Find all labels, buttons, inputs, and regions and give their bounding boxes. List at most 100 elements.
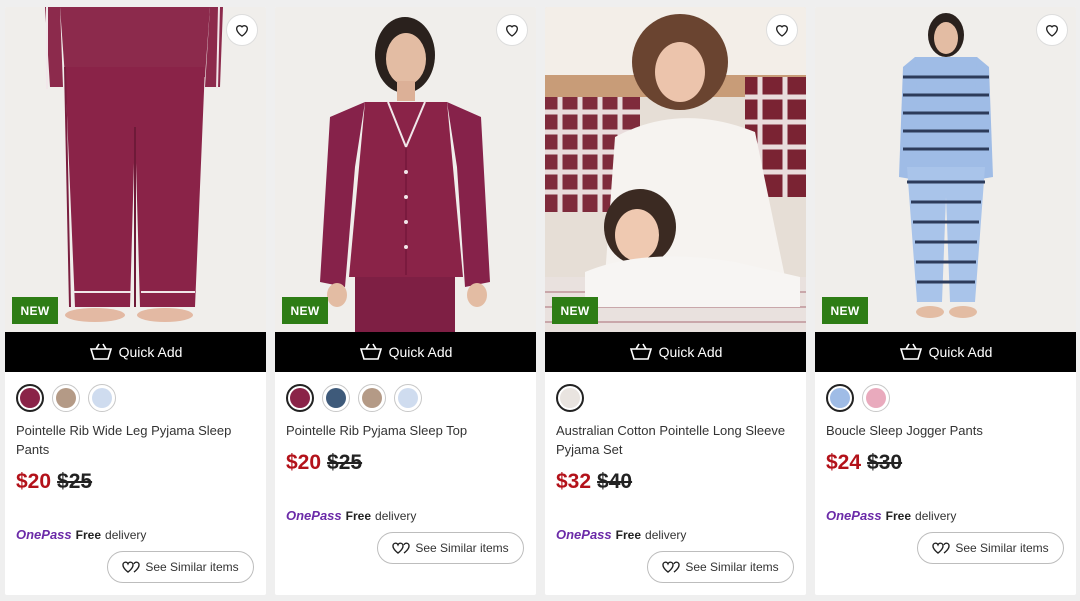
similar-hearts-icon — [932, 542, 951, 554]
swatch-color — [560, 388, 580, 408]
swatch-color — [20, 388, 40, 408]
product-title[interactable]: Australian Cotton Pointelle Long Sleeve … — [556, 421, 796, 459]
swatch-color — [866, 388, 886, 408]
swatch-color — [398, 388, 418, 408]
quick-add-button[interactable]: Quick Add — [275, 332, 536, 372]
quick-add-label: Quick Add — [658, 344, 723, 360]
price: $20 $25 — [16, 469, 92, 495]
quick-add-button[interactable]: Quick Add — [5, 332, 266, 372]
quick-add-button[interactable]: Quick Add — [545, 332, 806, 372]
was-price: $30 — [867, 451, 903, 474]
delivery-info: OnePass Free delivery — [286, 508, 416, 523]
sale-price: $24 — [826, 451, 862, 474]
color-swatch[interactable] — [286, 384, 314, 412]
swatch-color — [326, 388, 346, 408]
color-swatches — [286, 384, 422, 412]
onepass-logo: OnePass — [826, 508, 882, 523]
color-swatch[interactable] — [394, 384, 422, 412]
delivery-info: OnePass Free delivery — [556, 527, 686, 542]
color-swatch[interactable] — [862, 384, 890, 412]
product-card[interactable]: NEW Quick Add Pointelle Rib Wide Leg Pyj… — [5, 7, 266, 595]
heart-icon — [235, 25, 249, 37]
see-similar-label: See Similar items — [145, 560, 239, 574]
heart-icon — [775, 25, 789, 37]
delivery-info: OnePass Free delivery — [826, 508, 956, 523]
basket-icon — [899, 343, 922, 360]
swatch-color — [830, 388, 850, 408]
wishlist-button[interactable] — [496, 14, 528, 46]
see-similar-button[interactable]: See Similar items — [377, 532, 524, 564]
product-title[interactable]: Pointelle Rib Wide Leg Pyjama Sleep Pant… — [16, 421, 256, 459]
product-card[interactable]: NEW Quick Add Boucle Sleep Jogger Pants … — [815, 7, 1076, 595]
heart-icon — [505, 25, 519, 37]
swatch-color — [290, 388, 310, 408]
was-price: $25 — [57, 470, 93, 493]
product-title[interactable]: Pointelle Rib Pyjama Sleep Top — [286, 421, 526, 440]
sale-price: $20 — [286, 451, 322, 474]
free-label: Free — [885, 508, 912, 523]
basket-icon — [359, 343, 382, 360]
heart-icon — [1045, 25, 1059, 37]
see-similar-button[interactable]: See Similar items — [647, 551, 794, 583]
similar-hearts-icon — [392, 542, 411, 554]
free-label: Free — [345, 508, 372, 523]
delivery-info: OnePass Free delivery — [16, 527, 146, 542]
basket-icon — [629, 343, 652, 360]
basket-icon — [89, 343, 112, 360]
price: $20 $25 — [286, 450, 362, 476]
wishlist-button[interactable] — [1036, 14, 1068, 46]
product-image[interactable]: NEW — [815, 7, 1076, 332]
see-similar-label: See Similar items — [955, 541, 1049, 555]
see-similar-button[interactable]: See Similar items — [107, 551, 254, 583]
product-image[interactable]: NEW — [275, 7, 536, 332]
free-label: Free — [75, 527, 102, 542]
onepass-logo: OnePass — [556, 527, 612, 542]
see-similar-label: See Similar items — [415, 541, 509, 555]
color-swatch[interactable] — [16, 384, 44, 412]
color-swatch[interactable] — [556, 384, 584, 412]
new-badge: NEW — [822, 297, 868, 324]
similar-hearts-icon — [662, 561, 681, 573]
quick-add-label: Quick Add — [928, 344, 993, 360]
new-badge: NEW — [282, 297, 328, 324]
price: $32 $40 — [556, 469, 632, 495]
was-price: $25 — [327, 451, 363, 474]
quick-add-label: Quick Add — [388, 344, 453, 360]
new-badge: NEW — [552, 297, 598, 324]
delivery-label: delivery — [645, 527, 687, 542]
quick-add-button[interactable]: Quick Add — [815, 332, 1076, 372]
new-badge: NEW — [12, 297, 58, 324]
price: $24 $30 — [826, 450, 902, 476]
delivery-label: delivery — [105, 527, 147, 542]
color-swatches — [826, 384, 890, 412]
color-swatch[interactable] — [52, 384, 80, 412]
free-label: Free — [615, 527, 642, 542]
see-similar-button[interactable]: See Similar items — [917, 532, 1064, 564]
wishlist-button[interactable] — [766, 14, 798, 46]
onepass-logo: OnePass — [16, 527, 72, 542]
wishlist-button[interactable] — [226, 14, 258, 46]
swatch-color — [56, 388, 76, 408]
delivery-label: delivery — [915, 508, 957, 523]
swatch-color — [362, 388, 382, 408]
sale-price: $32 — [556, 470, 592, 493]
swatch-color — [92, 388, 112, 408]
product-title[interactable]: Boucle Sleep Jogger Pants — [826, 421, 1066, 440]
delivery-label: delivery — [375, 508, 417, 523]
sale-price: $20 — [16, 470, 52, 493]
color-swatch[interactable] — [358, 384, 386, 412]
color-swatch[interactable] — [88, 384, 116, 412]
color-swatches — [16, 384, 116, 412]
product-image[interactable]: NEW — [545, 7, 806, 332]
product-card[interactable]: NEW Quick Add Australian Cotton Pointell… — [545, 7, 806, 595]
was-price: $40 — [597, 470, 633, 493]
product-card[interactable]: NEW Quick Add Pointelle Rib Pyjama Sleep… — [275, 7, 536, 595]
color-swatch[interactable] — [826, 384, 854, 412]
see-similar-label: See Similar items — [685, 560, 779, 574]
color-swatches — [556, 384, 584, 412]
color-swatch[interactable] — [322, 384, 350, 412]
similar-hearts-icon — [122, 561, 141, 573]
onepass-logo: OnePass — [286, 508, 342, 523]
product-image[interactable]: NEW — [5, 7, 266, 332]
quick-add-label: Quick Add — [118, 344, 183, 360]
